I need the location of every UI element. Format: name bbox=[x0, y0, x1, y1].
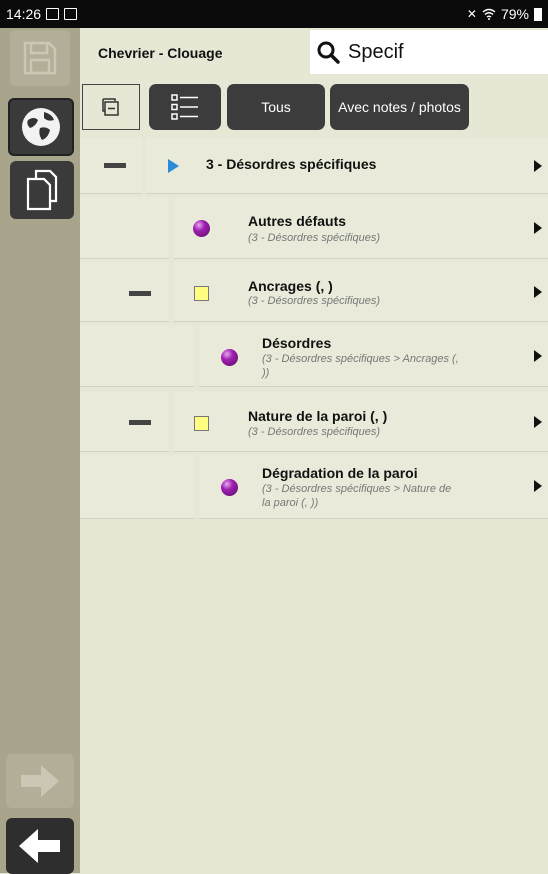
row-arrow-icon bbox=[534, 222, 542, 234]
globe-icon bbox=[22, 108, 60, 146]
item-path: (3 - Désordres spécifiques) bbox=[248, 232, 381, 244]
row-arrow-icon bbox=[534, 416, 542, 428]
item-path-line1: (3 - Désordres spécifiques > Nature de bbox=[262, 483, 452, 495]
gallery-icon bbox=[46, 8, 60, 20]
back-button[interactable] bbox=[6, 818, 74, 874]
status-bar: 14:26 ✕ 79% bbox=[0, 0, 548, 28]
item-square-icon bbox=[194, 286, 209, 301]
search-icon bbox=[317, 41, 340, 64]
row-arrow-icon bbox=[534, 350, 542, 362]
tab-all[interactable]: Tous bbox=[227, 84, 325, 130]
tab-with-notes-photos[interactable]: Avec notes / photos bbox=[330, 84, 469, 130]
copy-icon bbox=[26, 169, 58, 211]
page-title: Chevrier - Clouage bbox=[98, 45, 223, 61]
item-square-icon bbox=[194, 416, 209, 431]
collapse-toggle[interactable] bbox=[129, 420, 151, 425]
item-ball-icon bbox=[193, 220, 210, 237]
search-value: Specif bbox=[348, 40, 404, 63]
screenshot-icon bbox=[64, 8, 78, 20]
row-arrow-icon bbox=[534, 286, 542, 298]
save-button[interactable] bbox=[10, 30, 70, 86]
collapse-toggle[interactable] bbox=[104, 163, 126, 168]
item-ball-icon bbox=[221, 349, 238, 366]
item-path-line2: )) bbox=[262, 367, 270, 379]
collapse-toggle[interactable] bbox=[129, 291, 151, 296]
status-time: 14:26 bbox=[6, 6, 42, 22]
item-path-line2: la paroi (, )) bbox=[262, 497, 319, 509]
mute-icon: ✕ bbox=[466, 7, 477, 21]
item-path: (3 - Désordres spécifiques) bbox=[248, 426, 381, 438]
item-title: Dégradation de la paroi bbox=[262, 465, 418, 481]
tree-item-nature-paroi[interactable]: Nature de la paroi (, ) (3 - Désordres s… bbox=[80, 391, 548, 452]
row-arrow-icon bbox=[534, 160, 542, 172]
wifi-icon bbox=[482, 8, 496, 20]
play-icon bbox=[168, 159, 179, 173]
tree-item-desordres[interactable]: Désordres (3 - Désordres spécifiques > A… bbox=[80, 325, 548, 387]
filter-toolbar: Tous Avec notes / photos bbox=[80, 80, 548, 132]
tree-item-degradation-paroi[interactable]: Dégradation de la paroi (3 - Désordres s… bbox=[80, 455, 548, 519]
tree-root-title: 3 - Désordres spécifiques bbox=[206, 156, 377, 172]
item-ball-icon bbox=[221, 479, 238, 496]
copy-button[interactable] bbox=[10, 161, 74, 219]
item-title: Autres défauts bbox=[248, 213, 347, 229]
row-arrow-icon bbox=[534, 480, 542, 492]
tree-item-autres-defauts[interactable]: Autres défauts (3 - Désordres spécifique… bbox=[80, 197, 548, 259]
save-icon bbox=[23, 41, 57, 75]
arrow-right-icon bbox=[21, 765, 59, 797]
search-input[interactable]: Specif bbox=[310, 30, 548, 74]
next-button[interactable] bbox=[6, 754, 74, 808]
item-title: Ancrages (, ) bbox=[248, 278, 333, 294]
tab-list[interactable] bbox=[149, 84, 221, 130]
item-title: Désordres bbox=[262, 335, 332, 351]
item-path: (3 - Désordres spécifiques) bbox=[248, 295, 381, 307]
item-path-line1: (3 - Désordres spécifiques > Ancrages (, bbox=[262, 353, 459, 365]
globe-button[interactable] bbox=[8, 98, 74, 156]
tree-item-ancrages[interactable]: Ancrages (, ) (3 - Désordres spécifiques… bbox=[80, 262, 548, 322]
item-title: Nature de la paroi (, ) bbox=[248, 408, 388, 424]
list-icon bbox=[171, 94, 198, 120]
tree-root-row[interactable]: 3 - Désordres spécifiques bbox=[80, 138, 548, 194]
header: Chevrier - Clouage Specif bbox=[80, 28, 548, 80]
tab-collapse[interactable] bbox=[82, 84, 140, 130]
battery-icon bbox=[534, 7, 542, 21]
battery-level: 79% bbox=[500, 6, 529, 22]
arrow-left-icon bbox=[19, 829, 60, 863]
sidebar bbox=[0, 28, 80, 874]
collapse-icon bbox=[102, 98, 119, 116]
